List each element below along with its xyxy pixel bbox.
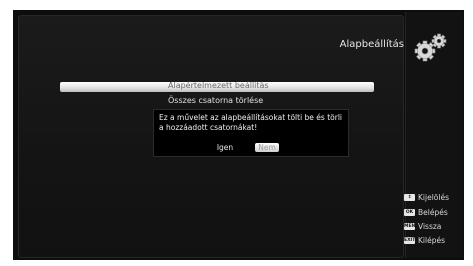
tv-screen: Alapbeállítás Alapértelmezett beállítás: [13, 10, 464, 260]
dialog-message: Ez a művelet az alapbeállításokat tölti …: [159, 113, 342, 132]
legend-label-enter: Belépés: [418, 208, 448, 217]
legend-enter: OK Belépés: [404, 207, 464, 218]
menu-item-default-settings[interactable]: Alapértelmezett beállítás: [168, 81, 298, 91]
legend-label-select: Kijelölés: [418, 193, 449, 202]
legend-label-exit: Kilépés: [418, 236, 445, 245]
legend-exit: EXIT Kilépés: [404, 235, 464, 246]
menu-item-delete-all-channels[interactable]: Összes csatorna törlése: [168, 96, 263, 105]
yes-button[interactable]: Igen: [212, 143, 238, 152]
gears-icon: [414, 33, 447, 62]
menu-key-icon: MENU: [404, 223, 415, 230]
menu-title: Alapbeállítás: [339, 39, 404, 50]
legend-select: ⇕ Kijelölés: [404, 192, 464, 203]
ok-key-icon: OK: [404, 209, 415, 216]
exit-key-icon: EXIT: [404, 237, 415, 244]
confirm-dialog: Ez a művelet az alapbeállításokat tölti …: [153, 109, 349, 157]
no-button[interactable]: Nem: [255, 143, 279, 152]
legend-label-back: Vissza: [418, 222, 442, 231]
legend-back: MENU Vissza: [404, 221, 464, 232]
updown-key-icon: ⇕: [404, 194, 415, 201]
